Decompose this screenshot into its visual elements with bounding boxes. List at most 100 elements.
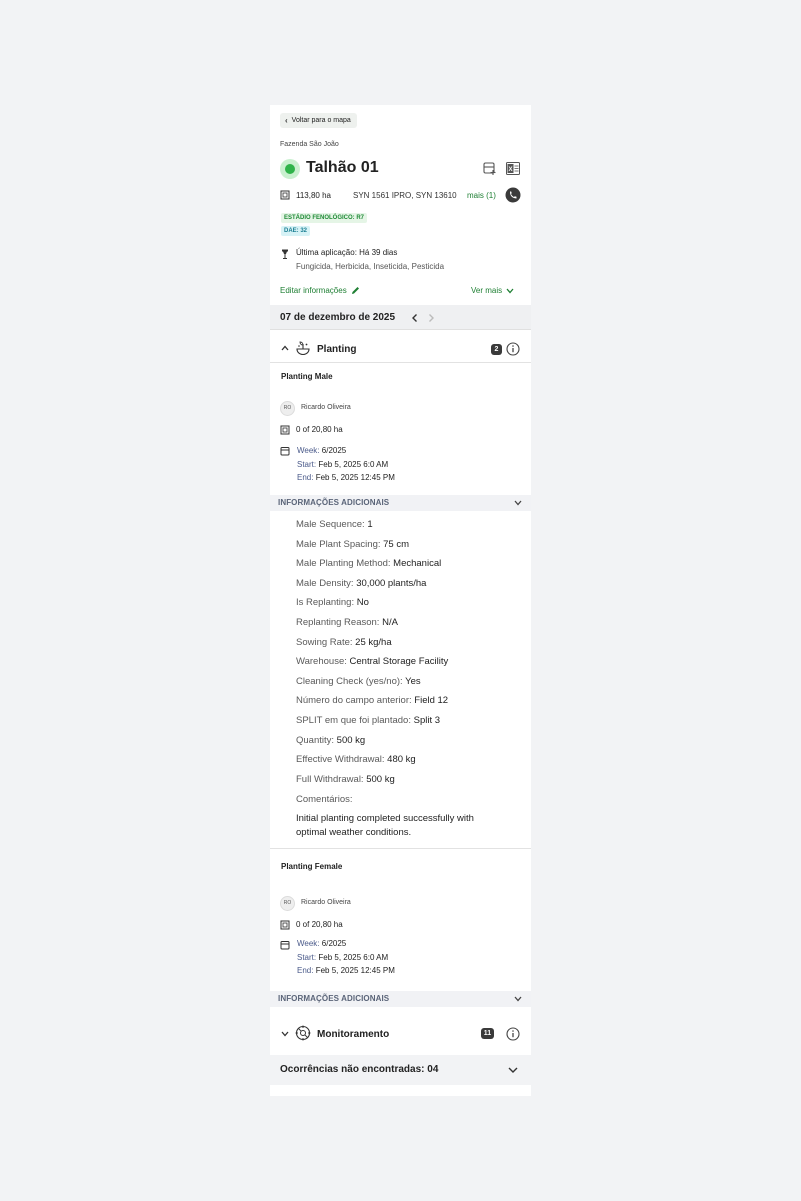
detail-row: Male Sequence: 1 xyxy=(296,519,373,530)
additional-info-toggle[interactable]: INFORMAÇÕES ADICIONAIS xyxy=(270,495,531,511)
field-details-panel: ‹ Voltar para o mapa Fazenda São João Ta… xyxy=(270,105,531,1096)
detail-value: 75 cm xyxy=(383,538,410,550)
phone-icon[interactable] xyxy=(505,187,521,203)
week-label: Week: xyxy=(297,939,320,948)
detail-value: No xyxy=(356,597,369,609)
detail-value: 1 xyxy=(367,519,373,530)
expand-monitoring-icon[interactable] xyxy=(281,1031,289,1037)
additional-info-toggle[interactable]: INFORMAÇÕES ADICIONAIS xyxy=(270,991,531,1007)
more-varieties-link[interactable]: mais (1) xyxy=(467,191,496,200)
detail-row: Male Plant Spacing: 75 cm xyxy=(296,539,409,550)
detail-value: 500 kg xyxy=(336,734,366,746)
calendar-icon xyxy=(280,941,290,950)
chevron-left-icon: ‹ xyxy=(285,115,288,125)
detail-key: Male Density: xyxy=(296,577,354,589)
detail-value: 25 kg/ha xyxy=(355,636,392,648)
see-more-link[interactable]: Ver mais xyxy=(471,286,514,295)
detail-key: Male Planting Method: xyxy=(296,558,391,570)
comments-line-1: Initial planting completed successfully … xyxy=(296,813,474,824)
area-icon xyxy=(280,920,290,930)
divider xyxy=(270,362,531,363)
end-row: End: Feb 5, 2025 12:45 PM xyxy=(297,473,395,482)
detail-row: Replanting Reason: N/A xyxy=(296,617,398,628)
detail-row: Is Replanting: No xyxy=(296,597,369,608)
end-value: Feb 5, 2025 12:45 PM xyxy=(315,966,395,975)
calendar-icon xyxy=(280,447,290,456)
detail-key: Quantity: xyxy=(296,734,335,746)
detail-row: SPLIT em que foi plantado: Split 3 xyxy=(296,715,440,726)
info-icon[interactable] xyxy=(506,342,520,356)
back-to-map-button[interactable]: ‹ Voltar para o mapa xyxy=(280,113,357,128)
detail-value: Central Storage Facility xyxy=(349,656,449,668)
week-value: 6/2025 xyxy=(321,446,347,455)
week-row: Week: 6/2025 xyxy=(297,446,346,455)
planted-area: 0 of 20,80 ha xyxy=(296,920,343,929)
occurrences-title: Ocorrências não encontradas: 04 xyxy=(280,1064,439,1075)
dae-badge: DAE: 32 xyxy=(281,226,311,236)
additional-info-title: INFORMAÇÕES ADICIONAIS xyxy=(278,994,390,1003)
detail-row: Sowing Rate: 25 kg/ha xyxy=(296,637,392,648)
collapse-planting-icon[interactable] xyxy=(281,345,289,351)
end-label: End: xyxy=(297,473,314,482)
responsible-person: Ricardo Oliveira xyxy=(301,899,351,906)
spray-icon xyxy=(282,249,288,259)
monitoring-count-badge: 11 xyxy=(481,1028,494,1039)
chevron-down-icon xyxy=(506,288,514,293)
avatar: RO xyxy=(280,401,295,416)
detail-value: 30,000 plants/ha xyxy=(356,577,427,589)
detail-key: Male Sequence: xyxy=(296,519,365,530)
farm-name: Fazenda São João xyxy=(280,141,339,148)
field-varieties: SYN 1561 IPRO, SYN 13610 xyxy=(353,191,457,200)
detail-key: Is Replanting: xyxy=(296,597,355,609)
planted-area: 0 of 20,80 ha xyxy=(296,425,343,434)
occurrences-toggle[interactable]: Ocorrências não encontradas: 04 xyxy=(270,1055,531,1085)
detail-key: Replanting Reason: xyxy=(296,617,380,628)
week-label: Week: xyxy=(297,446,320,455)
svg-text:X: X xyxy=(508,167,512,173)
status-indicator-icon xyxy=(280,159,300,179)
detail-value: Mechanical xyxy=(393,558,442,570)
detail-row: Male Planting Method: Mechanical xyxy=(296,558,441,569)
add-record-icon[interactable] xyxy=(483,162,497,175)
current-date: 07 de dezembro de 2025 xyxy=(280,312,396,323)
comments-label: Comentários: xyxy=(296,794,353,805)
detail-key: Warehouse: xyxy=(296,656,347,668)
detail-value: Field 12 xyxy=(414,695,449,707)
chevron-down-icon xyxy=(514,500,522,506)
start-value: Feb 5, 2025 6:0 AM xyxy=(318,953,389,962)
field-area: 113,80 ha xyxy=(296,191,331,200)
excel-export-icon[interactable]: X xyxy=(506,162,520,175)
detail-row: Cleaning Check (yes/no): Yes xyxy=(296,676,421,687)
field-title: Talhão 01 xyxy=(306,159,379,176)
area-icon xyxy=(280,425,290,435)
area-icon xyxy=(280,190,290,200)
edit-info-link[interactable]: Editar informações xyxy=(280,286,360,295)
back-to-map-label: Voltar para o mapa xyxy=(291,117,351,124)
detail-key: Male Plant Spacing: xyxy=(296,538,381,550)
monitoring-icon xyxy=(295,1025,311,1041)
divider xyxy=(270,848,531,849)
info-icon[interactable] xyxy=(506,1027,520,1041)
start-label: Start: xyxy=(297,953,317,962)
planting-icon xyxy=(296,341,310,356)
chevron-down-icon xyxy=(514,996,522,1002)
phenology-badge: ESTÁDIO FENOLÓGICO: R7 xyxy=(281,213,368,223)
detail-key: Cleaning Check (yes/no): xyxy=(296,675,403,687)
week-row: Week: 6/2025 xyxy=(297,939,346,948)
date-navigator: 07 de dezembro de 2025 xyxy=(270,305,531,330)
detail-value: Split 3 xyxy=(413,715,441,726)
planting-female-title: Planting Female xyxy=(281,862,343,871)
start-value: Feb 5, 2025 6:0 AM xyxy=(318,460,389,469)
detail-value: N/A xyxy=(382,617,398,628)
detail-row: Full Withdrawal: 500 kg xyxy=(296,774,395,785)
next-date-button[interactable] xyxy=(427,313,435,323)
planting-count-badge: 2 xyxy=(491,344,502,355)
detail-row: Número do campo anterior: Field 12 xyxy=(296,695,448,706)
detail-value: Yes xyxy=(405,675,421,687)
last-application: Última aplicação: Há 39 dias xyxy=(296,248,398,257)
detail-key: Sowing Rate: xyxy=(296,636,353,648)
previous-date-button[interactable] xyxy=(411,313,419,323)
detail-value: 500 kg xyxy=(366,773,395,785)
additional-info-title: INFORMAÇÕES ADICIONAIS xyxy=(278,498,390,507)
detail-key: Effective Withdrawal: xyxy=(296,754,385,766)
